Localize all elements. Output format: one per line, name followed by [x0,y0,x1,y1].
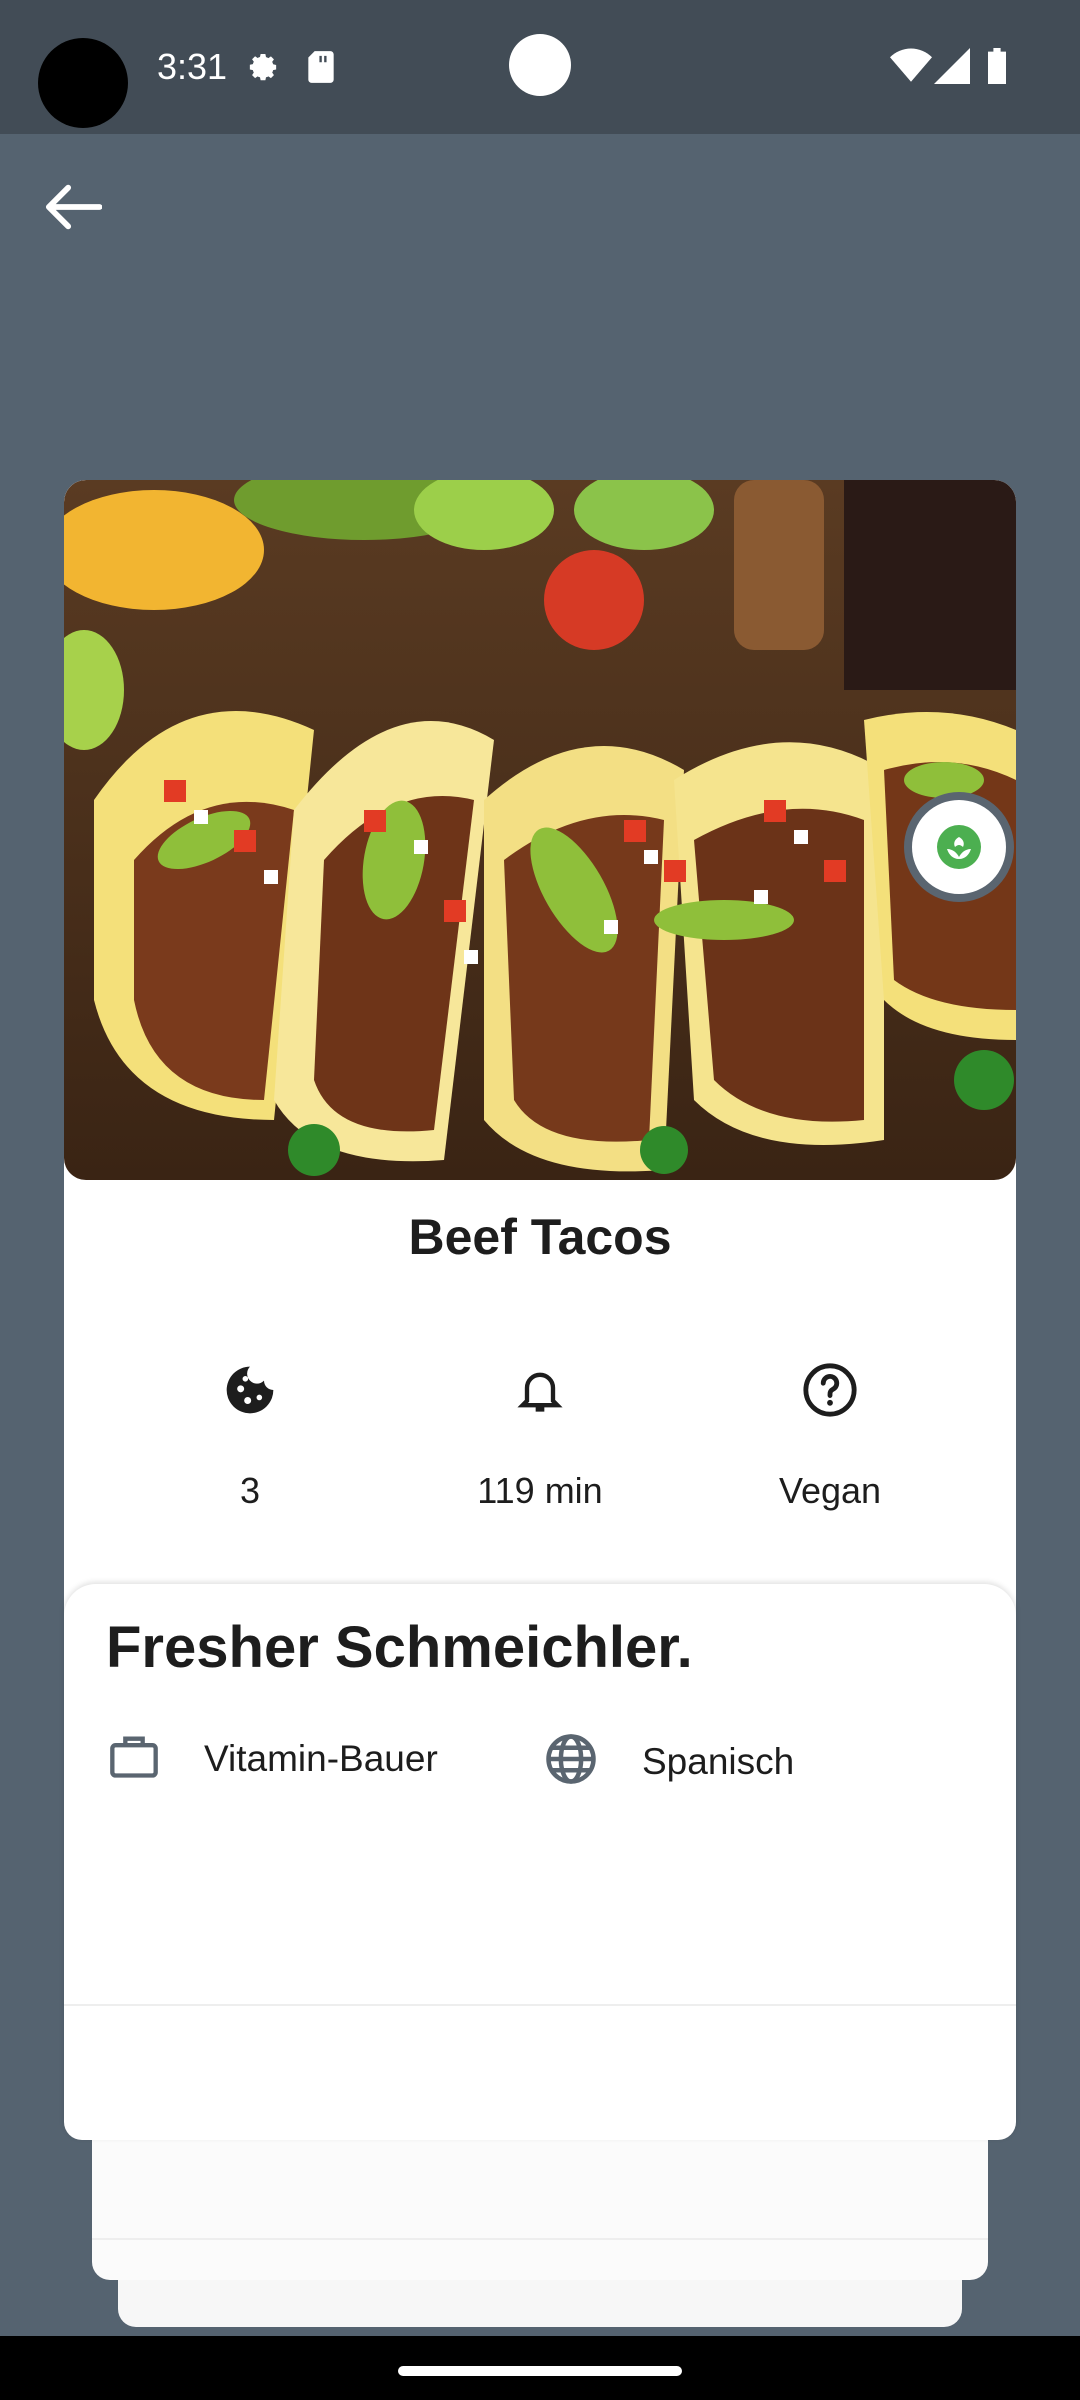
cuisine-label: Spanisch [642,1740,795,1782]
stat-servings-value: 3 [239,1470,261,1511]
help-circle-icon [680,1360,980,1420]
bell-icon [390,1360,690,1420]
arrow-left-icon [45,184,102,230]
stacked-card-middle [92,2130,988,2280]
wifi-icon [890,48,932,89]
recipe-title: Beef Tacos [408,1209,672,1265]
front-camera [509,34,571,96]
status-bar: 3:31 [0,0,1080,134]
status-time: 3:31 [157,46,228,87]
briefcase-icon [108,1732,160,1785]
stat-diet-value: Vegan [778,1470,882,1511]
cookie-icon [100,1360,400,1420]
cuisine-row: Spanisch [544,1732,794,1791]
stat-duration: 119 min [390,1360,690,1512]
stat-duration-value: 119 min [477,1470,603,1511]
category-label: Vitamin-Bauer [204,1737,438,1779]
globe-icon [544,1732,598,1791]
stacked-card-back [118,2280,962,2327]
info-sheet[interactable]: Fresher Schmeichler. Vitamin-Bauer Spani… [64,1584,1016,2140]
stat-diet: Vegan [680,1360,980,1512]
vegan-badge[interactable] [904,792,1014,902]
category-row: Vitamin-Bauer [108,1732,438,1785]
settings-icon [244,48,282,91]
battery-icon [986,48,1008,89]
back-button[interactable] [36,170,110,244]
sd-card-icon [304,48,338,91]
divider [64,2004,1016,2006]
signal-icon [934,48,970,89]
recipe-image [64,480,1016,1180]
home-indicator[interactable] [398,2366,682,2376]
vegan-leaf-icon [937,825,981,869]
recipe-tagline: Fresher Schmeichler. [106,1615,693,1680]
stat-servings: 3 [100,1360,400,1512]
camera-cutout [38,38,128,128]
